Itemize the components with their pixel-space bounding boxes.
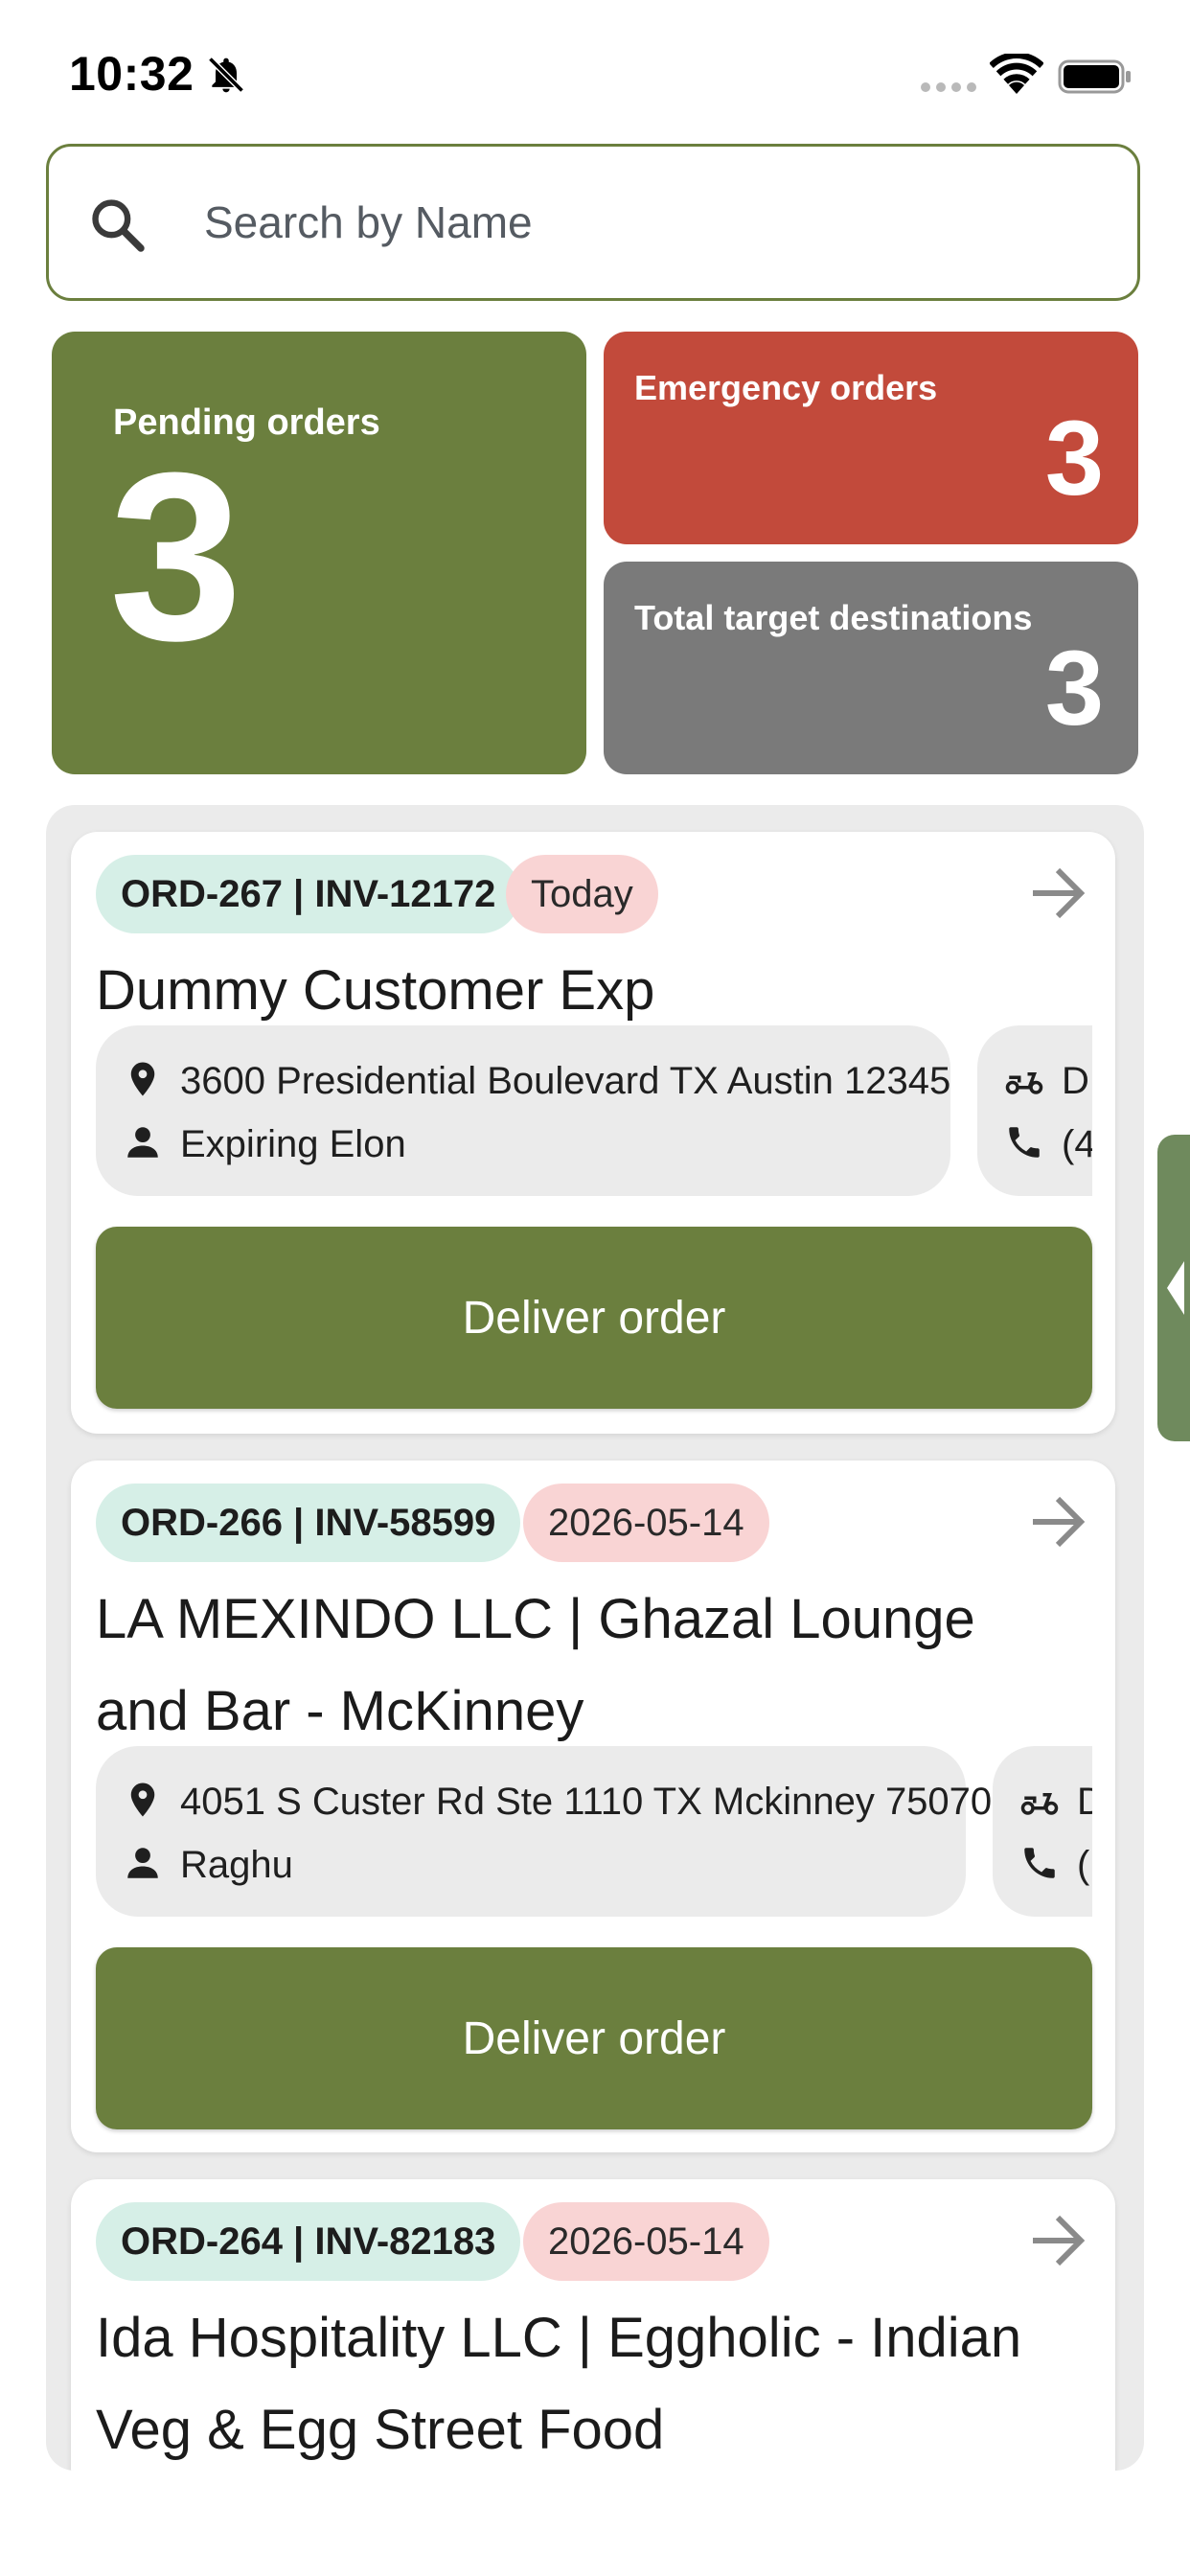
phone-icon bbox=[1009, 1127, 1040, 1159]
status-bar: 10:32 bbox=[0, 0, 1190, 144]
phone-icon bbox=[1024, 1848, 1055, 1879]
arrow-right-icon[interactable] bbox=[1029, 2214, 1087, 2267]
order-date-badge: 2026-05-14 bbox=[523, 1484, 769, 1562]
search-bar[interactable] bbox=[46, 144, 1140, 301]
emergency-orders-count: 3 bbox=[1044, 400, 1104, 518]
battery-icon bbox=[1058, 59, 1131, 94]
order-id-badge: ORD-266 | INV-58599 bbox=[96, 1484, 521, 1562]
person-icon bbox=[127, 1848, 158, 1879]
pending-orders-count: 3 bbox=[109, 423, 243, 690]
screen: 10:32 Pen bbox=[0, 0, 1190, 2576]
emergency-orders-label: Emergency orders bbox=[634, 368, 938, 407]
chevron-left-icon bbox=[1167, 1261, 1184, 1315]
order-card[interactable]: ORD-267 | INV-12172 Today Dummy Customer… bbox=[71, 832, 1115, 1434]
order-date-badge: Today bbox=[506, 855, 658, 933]
deliver-order-button[interactable]: Deliver order bbox=[96, 1947, 1092, 2129]
phone-text: ( bbox=[1077, 1844, 1090, 1886]
order-list[interactable]: ORD-267 | INV-12172 Today Dummy Customer… bbox=[46, 805, 1144, 2471]
contact-text: Expiring Elon bbox=[180, 1123, 406, 1165]
driver-pill: D (4 bbox=[977, 1025, 1092, 1196]
arrow-right-icon[interactable] bbox=[1029, 866, 1087, 920]
scooter-icon bbox=[1020, 1793, 1059, 1816]
customer-name: LA MEXINDO LLC | Ghazal Lounge and Bar -… bbox=[96, 1588, 975, 1742]
location-pin-icon bbox=[130, 1782, 155, 1817]
address-pill: 4051 S Custer Rd Ste 1110 TX Mckinney 75… bbox=[96, 1746, 992, 1917]
order-details-row[interactable]: 4051 S Custer Rd Ste 1110 TX Mckinney 75… bbox=[96, 1746, 1092, 1919]
total-destinations-count: 3 bbox=[1044, 630, 1104, 748]
wifi-icon bbox=[990, 54, 1043, 94]
emergency-orders-tile[interactable]: Emergency orders 3 bbox=[604, 332, 1138, 544]
customer-name: Ida Hospitality LLC | Eggholic - Indian … bbox=[96, 2307, 1022, 2461]
order-id-badge: ORD-267 | INV-12172 bbox=[96, 855, 521, 933]
cellular-signal-icon bbox=[921, 82, 976, 92]
customer-name: Dummy Customer Exp bbox=[96, 959, 655, 1022]
order-id-badge: ORD-264 | INV-82183 bbox=[96, 2202, 521, 2281]
driver-text: D bbox=[1062, 1060, 1089, 1102]
driver-pill: D ( bbox=[993, 1746, 1092, 1917]
location-pin-icon bbox=[130, 1062, 155, 1096]
total-destinations-label: Total target destinations bbox=[634, 598, 1033, 637]
phone-text: (4 bbox=[1062, 1123, 1092, 1165]
search-icon bbox=[92, 199, 145, 252]
deliver-order-button[interactable]: Deliver order bbox=[96, 1227, 1092, 1409]
person-icon bbox=[127, 1127, 158, 1159]
bell-muted-icon bbox=[208, 57, 244, 93]
drawer-handle[interactable] bbox=[1157, 1135, 1190, 1441]
pending-orders-tile[interactable]: Pending orders 3 bbox=[52, 332, 586, 774]
driver-text: D bbox=[1077, 1781, 1092, 1823]
contact-text: Raghu bbox=[180, 1844, 293, 1886]
address-text: 4051 S Custer Rd Ste 1110 TX Mckinney 75… bbox=[180, 1781, 993, 1823]
order-date-badge: 2026-05-14 bbox=[523, 2202, 769, 2281]
scooter-icon bbox=[1005, 1072, 1043, 1095]
order-details-row[interactable]: 3600 Presidential Boulevard TX Austin 12… bbox=[96, 1025, 1092, 1198]
status-time: 10:32 bbox=[69, 47, 195, 101]
order-card[interactable]: ORD-264 | INV-82183 2026-05-14 Ida Hospi… bbox=[71, 2179, 1115, 2471]
arrow-right-icon[interactable] bbox=[1029, 1495, 1087, 1549]
order-card[interactable]: ORD-266 | INV-58599 2026-05-14 LA MEXIND… bbox=[71, 1460, 1115, 2152]
address-text: 3600 Presidential Boulevard TX Austin 12… bbox=[180, 1060, 951, 1102]
address-pill: 3600 Presidential Boulevard TX Austin 12… bbox=[96, 1025, 950, 1196]
total-destinations-tile[interactable]: Total target destinations 3 bbox=[604, 562, 1138, 774]
search-input[interactable] bbox=[204, 147, 1105, 298]
